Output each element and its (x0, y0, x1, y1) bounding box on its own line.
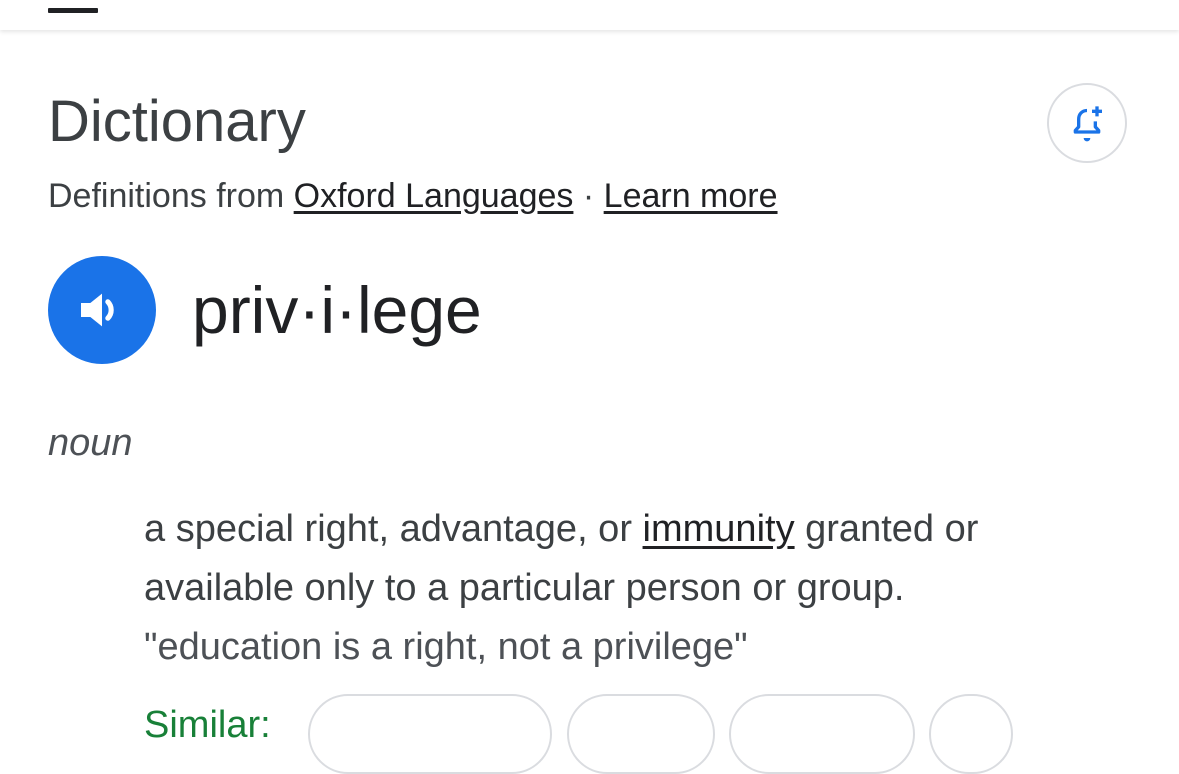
similar-more-chip[interactable] (929, 694, 1013, 774)
page-title: Dictionary (48, 89, 306, 154)
definition-text: a special right, advantage, or immunity … (144, 500, 1104, 618)
similar-label: Similar: (144, 704, 271, 746)
top-nav-bar (0, 0, 1179, 30)
similar-chip[interactable] (308, 694, 552, 774)
source-line: Definitions from Oxford Languages · Lear… (48, 176, 778, 216)
separator: · (582, 177, 595, 215)
similar-chip[interactable] (729, 694, 915, 774)
add-alert-button[interactable] (1047, 83, 1127, 163)
add-alert-icon (1073, 106, 1102, 142)
part-of-speech: noun (48, 422, 133, 464)
usage-example: "education is a right, not a privilege" (144, 626, 748, 668)
active-tab-indicator (48, 8, 98, 13)
similar-chip[interactable] (567, 694, 715, 774)
learn-more-link[interactable]: Learn more (604, 177, 778, 215)
pronunciation-button[interactable] (48, 256, 156, 364)
volume-up-icon (81, 293, 114, 327)
headword: priv·i·lege (192, 273, 482, 347)
source-prefix: Definitions from (48, 177, 285, 215)
oxford-languages-link[interactable]: Oxford Languages (294, 177, 574, 215)
definition-before: a special right, advantage, or (144, 508, 632, 550)
immunity-link[interactable]: immunity (643, 508, 795, 550)
